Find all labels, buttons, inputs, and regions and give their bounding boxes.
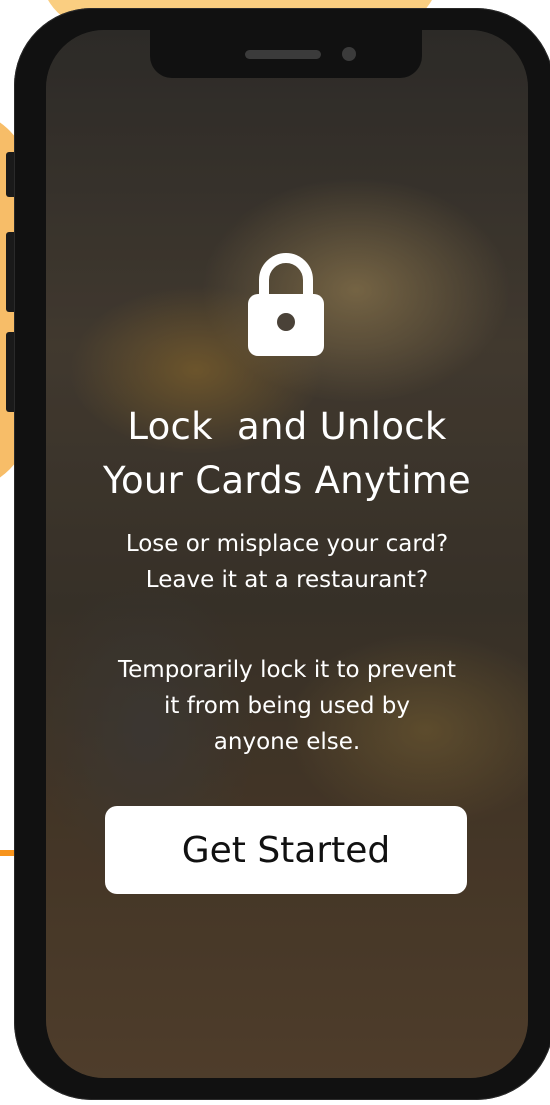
page: Lock and Unlock Your Cards Anytime Lose …: [0, 0, 550, 1105]
title-line-1: Lock and Unlock: [127, 405, 447, 448]
onboarding-screen: Lock and Unlock Your Cards Anytime Lose …: [46, 30, 528, 1078]
lock-icon: [248, 253, 324, 356]
description-line: Temporarily lock it to prevent: [118, 657, 456, 683]
description-lock-benefit: Temporarily lock it to prevent it from b…: [46, 652, 528, 760]
phone-volume-down-button: [6, 332, 14, 412]
front-camera: [342, 47, 356, 61]
title-line-2: Your Cards Anytime: [103, 459, 471, 502]
description-lost-card: Lose or misplace your card? Leave it at …: [46, 526, 528, 598]
get-started-button[interactable]: Get Started: [105, 806, 467, 894]
description-line: Leave it at a restaurant?: [145, 567, 429, 593]
description-line: Lose or misplace your card?: [125, 531, 449, 557]
phone-notch: [150, 30, 422, 78]
description-line: it from being used by: [163, 693, 410, 719]
description-line: anyone else.: [213, 729, 361, 755]
phone-volume-up-button: [6, 232, 14, 312]
speaker-grille: [245, 50, 321, 59]
phone-side-button: [6, 152, 14, 197]
